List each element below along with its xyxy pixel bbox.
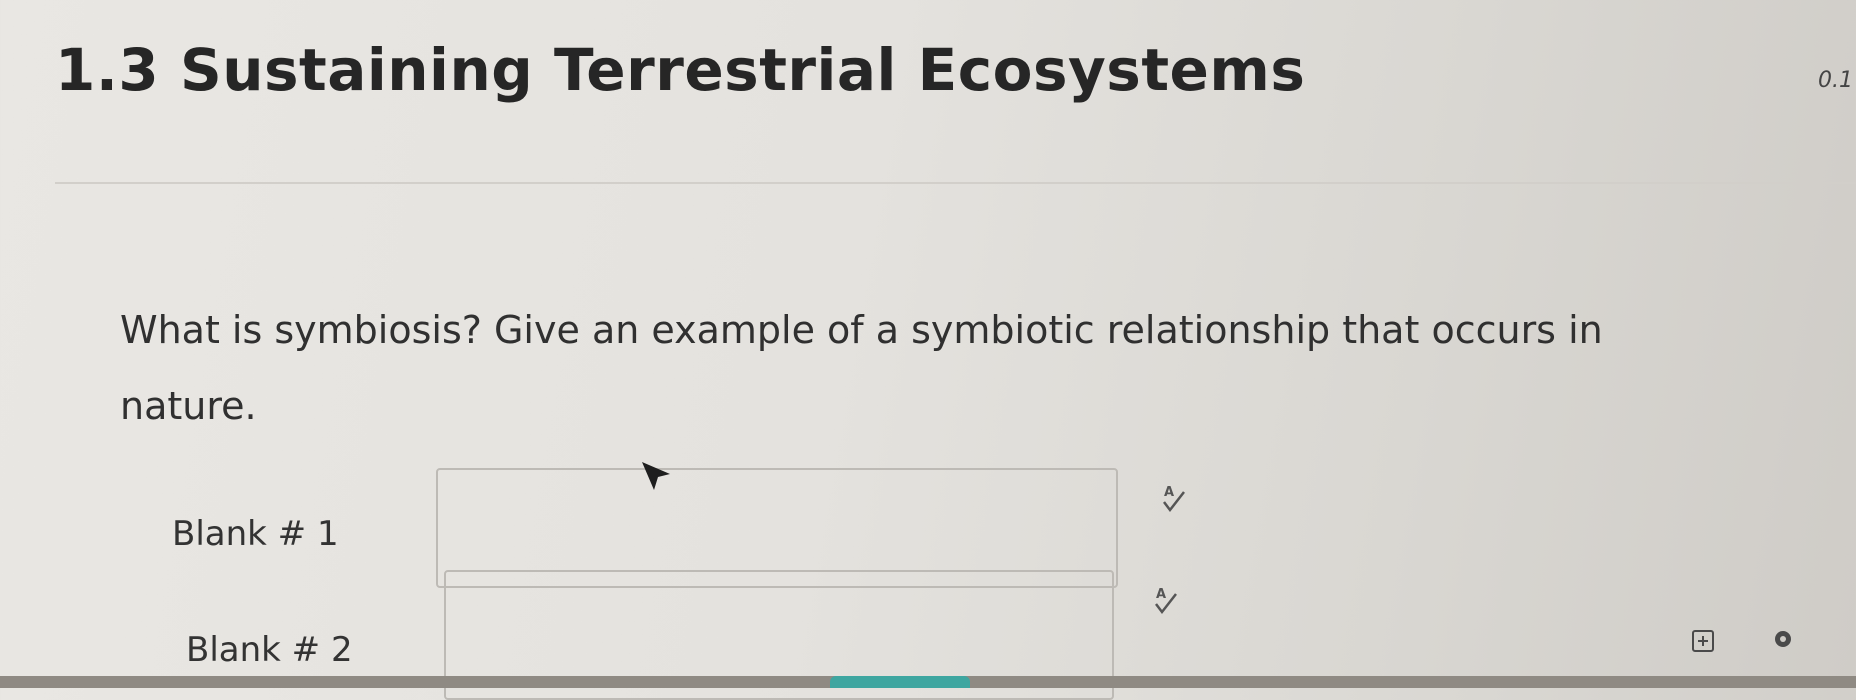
page-title: 1.3 Sustaining Terrestrial Ecosystems [55,36,1306,104]
header-divider [55,182,1856,184]
calculator-icon[interactable] [1690,628,1716,658]
taskbar-accent [830,676,970,688]
points-value: 0.1 [1818,68,1853,93]
spellcheck-icon[interactable]: A [1152,584,1182,620]
question-line-1: What is symbiosis? Give an example of a … [120,308,1603,352]
mouse-pointer-icon [640,460,674,494]
spellcheck-icon[interactable]: A [1160,482,1190,518]
settings-dot-icon[interactable] [1772,628,1794,654]
bottom-taskbar-edge [0,676,1856,688]
question-line-2: nature. [120,384,257,428]
blank-2-label: Blank # 2 [186,630,353,670]
question-text: What is symbiosis? Give an example of a … [120,292,1820,444]
blank-1-label: Blank # 1 [172,514,339,554]
svg-text:A: A [1156,587,1166,602]
svg-text:A: A [1164,485,1174,500]
